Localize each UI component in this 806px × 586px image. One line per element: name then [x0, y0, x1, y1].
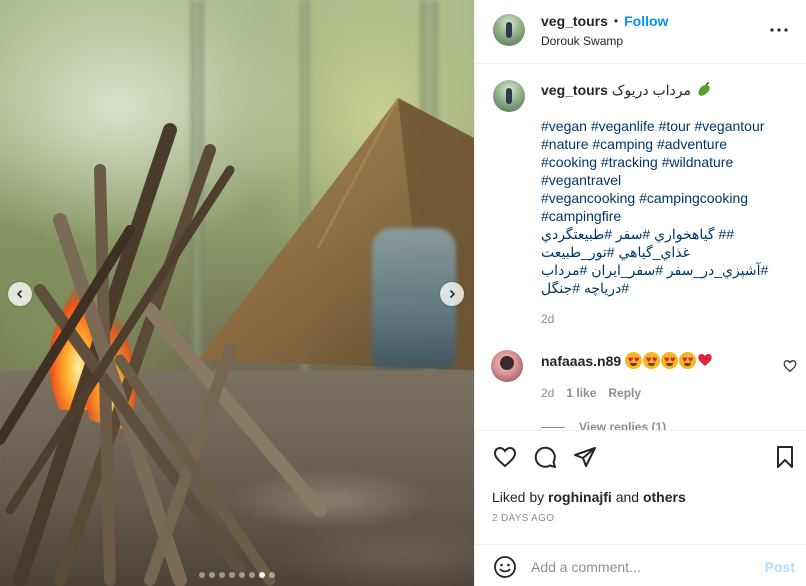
star-struck-icon	[643, 352, 661, 369]
liked-by-prefix: Liked by	[492, 489, 545, 505]
hashtag-line[interactable]: #nature #camping #adventure	[541, 135, 791, 153]
hashtag-line[interactable]: #vegantravel	[541, 171, 791, 189]
liked-by-user[interactable]: roghinajfi	[548, 489, 612, 505]
separator: •	[613, 14, 619, 28]
red-heart-icon	[698, 354, 712, 366]
divider	[541, 426, 565, 428]
campfire-image	[0, 123, 327, 586]
chevron-left-icon	[16, 289, 23, 299]
caption-title: مرداب دریوک	[611, 81, 691, 98]
more-options-button[interactable]	[767, 18, 791, 42]
like-icon[interactable]	[493, 445, 517, 469]
comment-body: nafaaas.n89	[541, 352, 713, 369]
caption-avatar[interactable]	[493, 80, 525, 112]
star-struck-icon	[625, 352, 643, 369]
chevron-right-icon	[449, 289, 456, 299]
carousel-dot	[209, 572, 215, 578]
hashtag-line[interactable]: ## گياهخواري #سفر #طبيعتگردي	[541, 225, 791, 243]
add-comment-input[interactable]	[531, 553, 751, 581]
previous-slide-button[interactable]	[8, 282, 32, 306]
caption-username[interactable]: veg_tours	[541, 82, 608, 98]
post-comment-button[interactable]: Post	[765, 559, 795, 575]
view-replies-label: View replies (1)	[579, 420, 667, 430]
commenter-avatar[interactable]	[491, 350, 523, 382]
follow-button[interactable]: Follow	[624, 13, 668, 29]
eggplant-icon	[698, 81, 710, 96]
comment-age: 2d	[541, 386, 555, 400]
hashtag-line[interactable]: #vegancooking #campingcooking	[541, 189, 791, 207]
more-horizontal-icon	[770, 28, 788, 32]
comment-emojis	[625, 352, 713, 369]
liked-by-text: Liked by roghinajfi and others	[492, 489, 686, 505]
location-link[interactable]: Dorouk Swamp	[541, 34, 623, 48]
view-replies-button[interactable]: View replies (1)	[541, 420, 666, 430]
hashtag-line[interactable]: #vegan #veganlife #tour #vegantour	[541, 117, 791, 135]
share-icon[interactable]	[573, 445, 597, 469]
commenter-username[interactable]: nafaaas.n89	[541, 353, 621, 369]
caption-hashtags: #vegan #veganlife #tour #vegantour #natur…	[541, 117, 791, 297]
comment-meta: 2d 1 like Reply	[541, 386, 641, 400]
carousel-dot	[219, 572, 225, 578]
emoji-smile-icon[interactable]	[493, 555, 517, 579]
carousel-indicator	[0, 572, 474, 578]
add-comment-bar: Post	[475, 544, 806, 586]
hashtag-line[interactable]: #campingfire	[541, 207, 791, 225]
hashtag-line[interactable]: #آشپزي_در_سفر #سفر_ايران #مرداب	[541, 261, 791, 279]
hashtag-line[interactable]: غذاي_گياهي #تور_طبيعت	[541, 243, 791, 261]
liked-by-and: and	[615, 489, 640, 505]
username-link[interactable]: veg_tours	[541, 13, 608, 29]
post-actions: Liked by roghinajfi and others 2 DAYS AG…	[475, 430, 806, 544]
post-photo[interactable]	[0, 0, 474, 586]
carousel-dot	[259, 572, 265, 578]
reply-button[interactable]: Reply	[608, 386, 641, 400]
carousel-dot	[229, 572, 235, 578]
hashtag-line[interactable]: #درياچه #جنگل	[541, 279, 791, 297]
comments-section[interactable]: veg_tours مرداب دریوک #vegan #veganlife …	[475, 64, 806, 430]
avatar[interactable]	[493, 14, 525, 46]
carousel-dot	[249, 572, 255, 578]
star-struck-icon	[679, 352, 697, 369]
carousel-dot	[239, 572, 245, 578]
liked-by-others[interactable]: others	[643, 489, 686, 505]
carousel-dot	[199, 572, 205, 578]
comment-likes-count[interactable]: 1 like	[566, 386, 596, 400]
star-struck-icon	[661, 352, 679, 369]
next-slide-button[interactable]	[440, 282, 464, 306]
header-user-row: veg_tours • Follow	[541, 13, 668, 29]
post-details-panel: veg_tours • Follow Dorouk Swamp veg_tour…	[474, 0, 806, 586]
comment-like-icon[interactable]	[783, 359, 797, 373]
bookmark-icon[interactable]	[773, 445, 797, 469]
post-header: veg_tours • Follow Dorouk Swamp	[475, 0, 806, 64]
caption-age: 2d	[541, 312, 555, 326]
post-date[interactable]: 2 DAYS AGO	[492, 513, 554, 524]
hashtag-line[interactable]: #cooking #tracking #wildnature	[541, 153, 791, 171]
carousel-dot	[269, 572, 275, 578]
comment-icon[interactable]	[533, 445, 557, 469]
caption-header: veg_tours مرداب دریوک	[541, 81, 713, 99]
